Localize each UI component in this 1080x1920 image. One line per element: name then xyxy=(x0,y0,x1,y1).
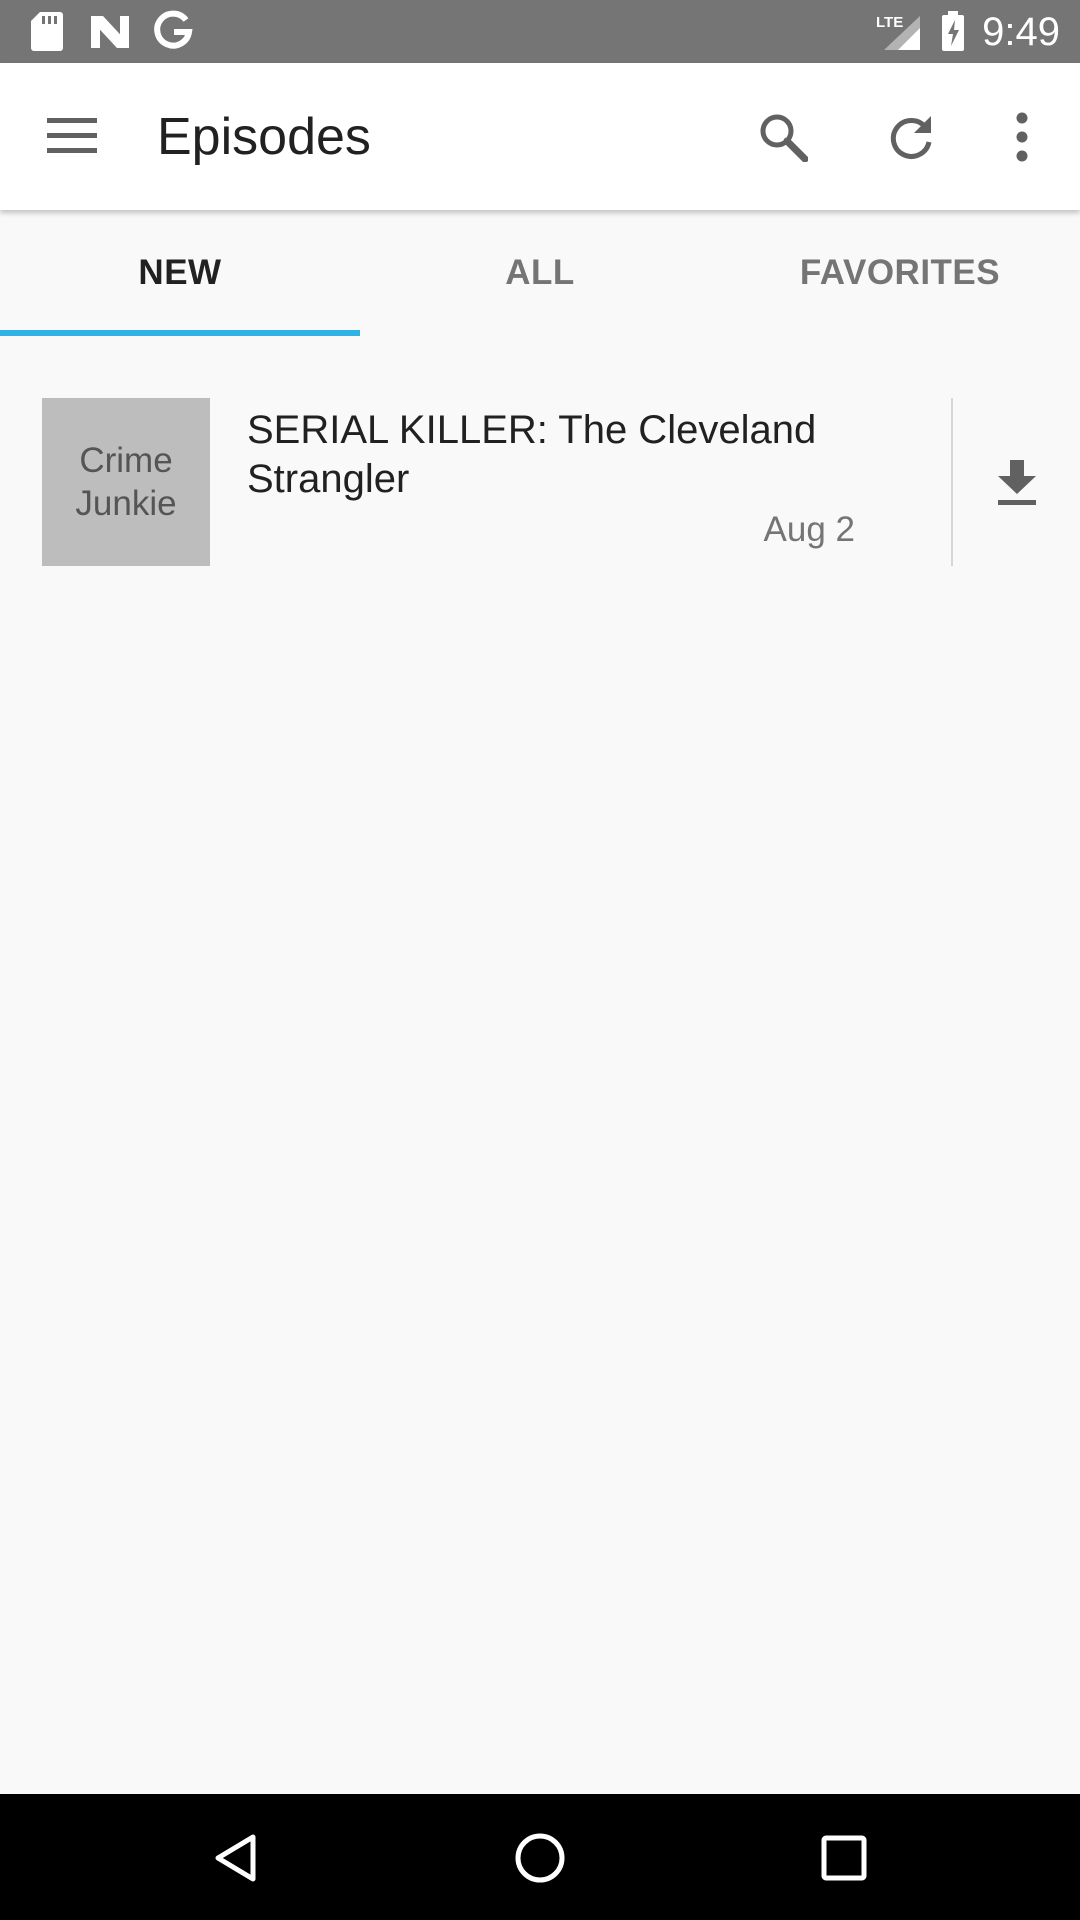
sd-card-icon xyxy=(31,12,63,51)
cover-text-line: Crime xyxy=(79,441,173,480)
page-title: Episodes xyxy=(157,108,371,166)
search-icon[interactable] xyxy=(758,112,808,162)
refresh-icon[interactable] xyxy=(886,112,936,162)
battery-charging-icon xyxy=(942,11,964,51)
back-icon[interactable] xyxy=(213,1833,259,1883)
svg-text:LTE: LTE xyxy=(876,14,903,31)
episode-date: Aug 2 xyxy=(763,510,855,549)
more-vert-icon[interactable] xyxy=(1012,111,1032,163)
screen: LTE 9:49 Episodes NEW ALL FAVORITES Crim… xyxy=(0,0,1080,1920)
google-g-icon xyxy=(154,10,193,49)
list-item[interactable]: Crime Junkie SERIAL KILLER: The Clevelan… xyxy=(0,398,1080,568)
divider xyxy=(951,398,953,566)
lte-signal-icon: LTE xyxy=(876,14,920,50)
tab-new[interactable]: NEW xyxy=(0,210,360,336)
n-logo-icon xyxy=(91,16,129,48)
episode-title: SERIAL KILLER: The Cleveland Strangler xyxy=(247,408,817,501)
tab-indicator xyxy=(0,330,360,336)
recents-icon[interactable] xyxy=(821,1835,867,1881)
status-time: 9:49 xyxy=(982,10,1060,54)
tab-label: ALL xyxy=(505,253,575,292)
download-icon[interactable] xyxy=(996,460,1038,506)
tab-label: FAVORITES xyxy=(799,253,1001,292)
status-bar: LTE 9:49 xyxy=(0,0,1080,63)
cover-text-line: Junkie xyxy=(75,484,177,523)
tab-all[interactable]: ALL xyxy=(360,210,720,336)
home-icon[interactable] xyxy=(514,1832,566,1884)
tab-bar: NEW ALL FAVORITES xyxy=(0,210,1080,336)
tab-favorites[interactable]: FAVORITES xyxy=(720,210,1080,336)
menu-icon[interactable] xyxy=(46,116,98,156)
tab-label: NEW xyxy=(138,253,222,292)
podcast-cover: Crime Junkie xyxy=(42,398,210,566)
navigation-bar xyxy=(0,1794,1080,1920)
app-bar: Episodes xyxy=(0,63,1080,210)
